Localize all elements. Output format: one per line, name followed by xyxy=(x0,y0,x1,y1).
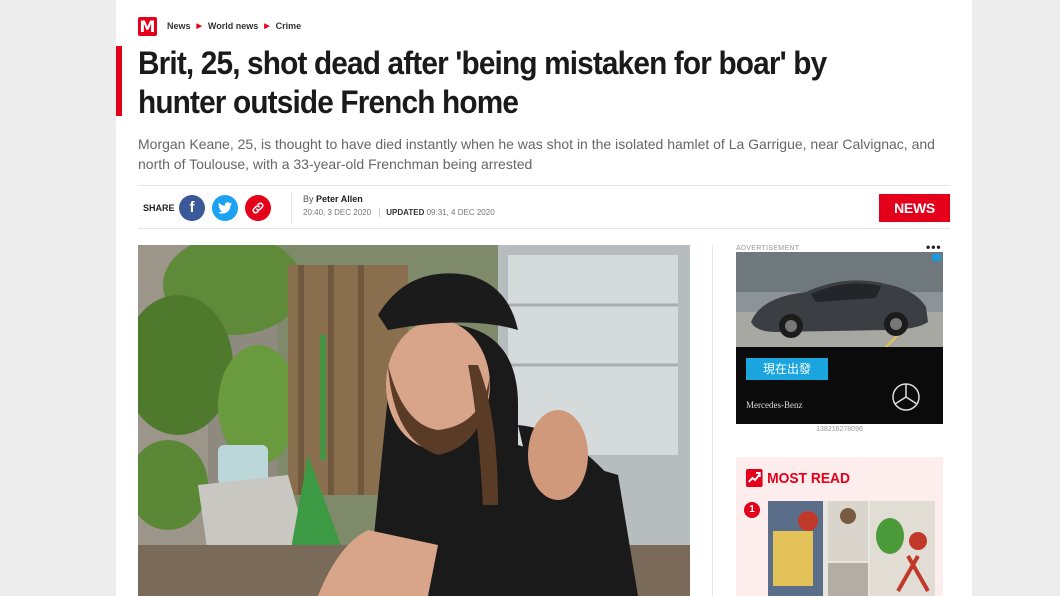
author-link[interactable]: Peter Allen xyxy=(316,194,363,204)
most-read-label: MOST READ xyxy=(767,469,850,487)
section-badge-news[interactable]: NEWS xyxy=(879,194,950,222)
updated-label: UPDATED xyxy=(379,208,425,217)
byline-divider xyxy=(291,192,292,224)
sidebar-divider xyxy=(712,245,713,596)
advert-car-image xyxy=(736,252,943,424)
advert-id: 138216278096 xyxy=(816,426,863,433)
share-label: SHARE xyxy=(143,203,175,213)
share-byline-row: SHARE f By Peter Allen 20:40, 3 DEC 2020… xyxy=(138,185,950,229)
facebook-share-button[interactable]: f xyxy=(179,195,205,221)
published-time: 20:40, 3 DEC 2020 xyxy=(303,208,372,217)
breadcrumb-news[interactable]: News xyxy=(167,21,191,31)
trending-icon xyxy=(746,469,763,487)
breadcrumb: M News ▶ World news ▶ Crime xyxy=(138,16,301,36)
article-page: M News ▶ World news ▶ Crime Brit, 25, sh… xyxy=(116,0,972,596)
breadcrumb-crime[interactable]: Crime xyxy=(276,21,302,31)
article-main-photo[interactable] xyxy=(138,245,690,596)
headline-accent-bar xyxy=(116,46,122,116)
byline-prefix: By xyxy=(303,194,314,204)
article-standfirst: Morgan Keane, 25, is thought to have die… xyxy=(138,136,935,172)
mirror-logo[interactable]: M xyxy=(138,16,157,36)
chevron-right-icon: ▶ xyxy=(196,23,202,30)
breadcrumb-world-news[interactable]: World news xyxy=(208,21,258,31)
article-dates: 20:40, 3 DEC 2020 UPDATED 09:31, 4 DEC 2… xyxy=(303,208,495,217)
most-read-rank: 1 xyxy=(744,502,760,518)
man-in-cap-photo xyxy=(138,245,690,596)
advert-cta-button[interactable]: 現在出發 xyxy=(746,358,828,380)
most-read-thumbnail[interactable] xyxy=(768,501,935,596)
twitter-share-button[interactable] xyxy=(212,195,238,221)
updated-time: 09:31, 4 DEC 2020 xyxy=(426,208,495,217)
advert-brand: Mercedes-Benz xyxy=(746,400,803,410)
chevron-right-icon: ▶ xyxy=(264,23,270,30)
byline: By Peter Allen xyxy=(303,194,363,204)
twitter-icon xyxy=(218,202,232,214)
most-read-title: MOST READ xyxy=(746,469,850,487)
link-icon xyxy=(252,202,264,214)
advert-label: ADVERTISEMENT xyxy=(736,245,800,252)
most-read-widget: MOST READ 1 xyxy=(736,457,943,596)
copy-link-button[interactable] xyxy=(245,195,271,221)
mercedes-advert[interactable]: 現在出發 Mercedes-Benz xyxy=(736,252,943,424)
article-headline: Brit, 25, shot dead after 'being mistake… xyxy=(138,45,827,120)
